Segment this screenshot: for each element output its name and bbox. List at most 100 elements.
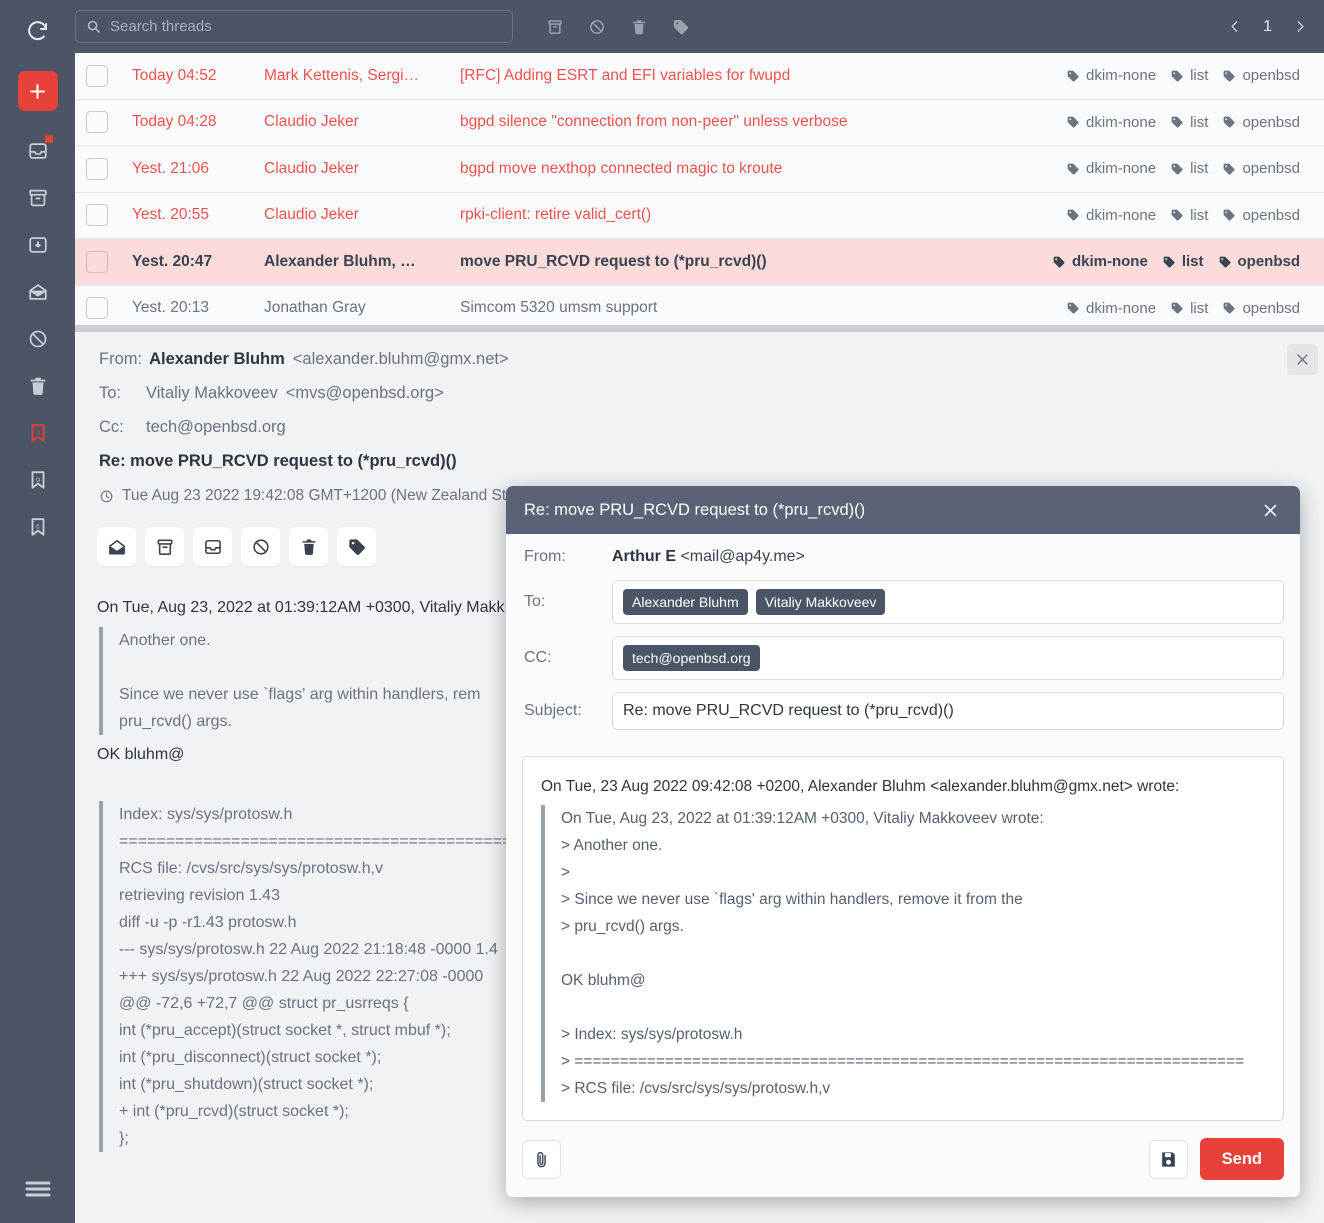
row-sender: Jonathan Gray — [264, 299, 366, 317]
row-tags: dkim-none list openbsd — [1066, 114, 1300, 131]
search-input[interactable]: Search threads — [75, 10, 513, 43]
row-date: Yest. 20:47 — [132, 252, 213, 270]
compose-from-row: From: Arthur E <mail@ap4y.me> — [522, 548, 1284, 566]
table-row[interactable]: Yest. 21:06 Claudio Jeker bgpd move nextho… — [75, 146, 1324, 193]
tag-label: dkim-none — [1086, 113, 1157, 131]
table-row[interactable]: Yest. 20:47 Alexander Bluhm, … move PRU_RC… — [75, 239, 1324, 286]
sidebar-item-spam[interactable] — [21, 325, 55, 353]
table-row[interactable]: Today 04:52 Mark Kettenis, Sergi… [RFC] Ad… — [75, 53, 1324, 100]
save-draft-button[interactable] — [1148, 1139, 1188, 1179]
recipient-chip[interactable]: Alexander Bluhm — [623, 589, 748, 615]
thread-list: Today 04:52 Mark Kettenis, Sergi… [RFC] Ad… — [75, 53, 1324, 325]
tag-chip[interactable]: openbsd — [1222, 67, 1300, 84]
row-checkbox[interactable] — [86, 297, 108, 320]
sidebar-item-received[interactable] — [21, 231, 55, 259]
archive-icon — [157, 539, 172, 555]
compose-button[interactable] — [17, 71, 58, 111]
row-checkbox[interactable] — [86, 64, 108, 87]
sidebar-item-archive[interactable] — [21, 184, 55, 212]
tag-chip[interactable]: list — [1170, 160, 1208, 177]
compose-from-label: From: — [524, 548, 566, 565]
compose-body-line: > Index: sys/sys/protosw.h — [561, 1026, 743, 1043]
tag-small-icon — [1067, 302, 1079, 314]
next-page-button[interactable] — [1290, 16, 1310, 38]
recipient-chip[interactable]: Vitaliy Makkoveev — [755, 589, 886, 615]
tag-chip[interactable]: list — [1170, 300, 1208, 317]
mark-read-button[interactable] — [97, 527, 136, 566]
row-date: Today 04:52 — [132, 66, 217, 84]
recipient-chip[interactable]: tech@openbsd.org — [623, 645, 760, 671]
prev-page-button[interactable] — [1225, 16, 1245, 38]
row-checkbox[interactable] — [86, 250, 108, 273]
tag-small-icon — [1171, 209, 1183, 221]
trash-button[interactable] — [289, 527, 328, 566]
tag-chip[interactable]: dkim-none — [1066, 160, 1156, 177]
row-checkbox[interactable] — [86, 204, 108, 227]
row-sender: Mark Kettenis, Sergi… — [264, 66, 420, 84]
compose-cc-input[interactable]: tech@openbsd.org — [612, 636, 1284, 680]
compose-body-editor[interactable]: On Tue, 23 Aug 2022 09:42:08 +0200, Alex… — [522, 756, 1284, 1121]
archive-icon[interactable] — [545, 16, 565, 38]
tag-chip[interactable]: list — [1162, 253, 1204, 270]
tag-chip[interactable]: openbsd — [1218, 253, 1300, 270]
sidebar-item-bookmark-c[interactable]: c — [21, 513, 55, 541]
compose-dialog: Re: move PRU_RCVD request to (*pru_rcvd)… — [506, 486, 1300, 1197]
tag-chip[interactable]: dkim-none — [1066, 114, 1156, 131]
table-row[interactable]: Yest. 20:13 Jonathan Gray Simcom 5320 umsm… — [75, 285, 1324, 325]
table-row[interactable]: Today 04:28 Claudio Jeker bgpd silence "co… — [75, 99, 1324, 146]
sidebar-item-bookmark-o[interactable]: o — [21, 419, 55, 447]
tag-label: openbsd — [1242, 299, 1300, 317]
close-message-button[interactable] — [1287, 344, 1318, 375]
tag-chip[interactable]: openbsd — [1222, 114, 1300, 131]
message-header: From: Alexander Bluhm <alexander.bluhm@g… — [75, 332, 1324, 505]
spam-button[interactable] — [241, 527, 280, 566]
compose-to-row: To: Alexander Bluhm Vitaliy Makkoveev — [522, 580, 1284, 624]
tag-chip[interactable]: openbsd — [1222, 300, 1300, 317]
tag-small-icon — [1224, 70, 1235, 82]
compose-subject-input[interactable]: Re: move PRU_RCVD request to (*pru_rcvd)… — [612, 692, 1284, 730]
tag-icon[interactable] — [671, 16, 691, 38]
tag-chip[interactable]: list — [1170, 207, 1208, 224]
row-checkbox[interactable] — [86, 111, 108, 134]
attach-button[interactable] — [522, 1139, 561, 1179]
compose-from-name: Arthur E — [612, 548, 676, 565]
tag-chip[interactable]: openbsd — [1222, 207, 1300, 224]
compose-from-email: <mail@ap4y.me> — [680, 548, 805, 565]
table-row[interactable]: Yest. 20:55 Claudio Jeker rpki-client: ret… — [75, 192, 1324, 239]
send-button[interactable]: Send — [1199, 1138, 1284, 1180]
tag-label: dkim-none — [1086, 67, 1157, 85]
row-checkbox[interactable] — [86, 157, 108, 180]
sidebar-item-trash[interactable] — [21, 372, 55, 400]
inbox-button[interactable] — [193, 527, 232, 566]
archive-button[interactable] — [145, 527, 184, 566]
compose-to-input[interactable]: Alexander Bluhm Vitaliy Makkoveev — [612, 580, 1284, 624]
trash-icon[interactable] — [629, 16, 649, 38]
cc-value: tech@openbsd.org — [146, 418, 286, 436]
tag-button[interactable] — [337, 527, 376, 566]
sidebar-item-bookmark-u[interactable]: u — [21, 466, 55, 494]
tag-chip[interactable]: dkim-none — [1052, 253, 1148, 270]
tag-small-icon — [1171, 116, 1183, 128]
tag-chip[interactable]: openbsd — [1222, 160, 1300, 177]
tag-chip[interactable]: dkim-none — [1066, 67, 1156, 84]
tag-label: openbsd — [1242, 113, 1300, 131]
menu-button[interactable] — [0, 1171, 75, 1207]
compose-close-button[interactable] — [1258, 498, 1282, 522]
refresh-button[interactable] — [0, 0, 75, 62]
tag-label: dkim-none — [1086, 206, 1157, 224]
row-subject: [RFC] Adding ESRT and EFI variables for … — [460, 66, 791, 84]
tag-chip[interactable]: dkim-none — [1066, 300, 1156, 317]
svg-text:c: c — [36, 521, 40, 530]
tag-label: list — [1190, 299, 1209, 317]
trash-icon — [302, 539, 315, 555]
spam-icon[interactable] — [587, 16, 607, 38]
tag-chip[interactable]: dkim-none — [1066, 207, 1156, 224]
tag-small-icon — [1067, 163, 1079, 175]
compose-body-line: > RCS file: /cvs/src/sys/sys/protosw.h,v — [561, 1080, 831, 1097]
from-email: <alexander.bluhm@gmx.net> — [292, 350, 509, 368]
tag-chip[interactable]: list — [1170, 114, 1208, 131]
tag-chip[interactable]: list — [1170, 67, 1208, 84]
row-subject: rpki-client: retire valid_cert() — [460, 206, 652, 224]
sidebar-item-inbox[interactable] — [21, 135, 55, 165]
sidebar-item-sent[interactable] — [21, 278, 55, 306]
